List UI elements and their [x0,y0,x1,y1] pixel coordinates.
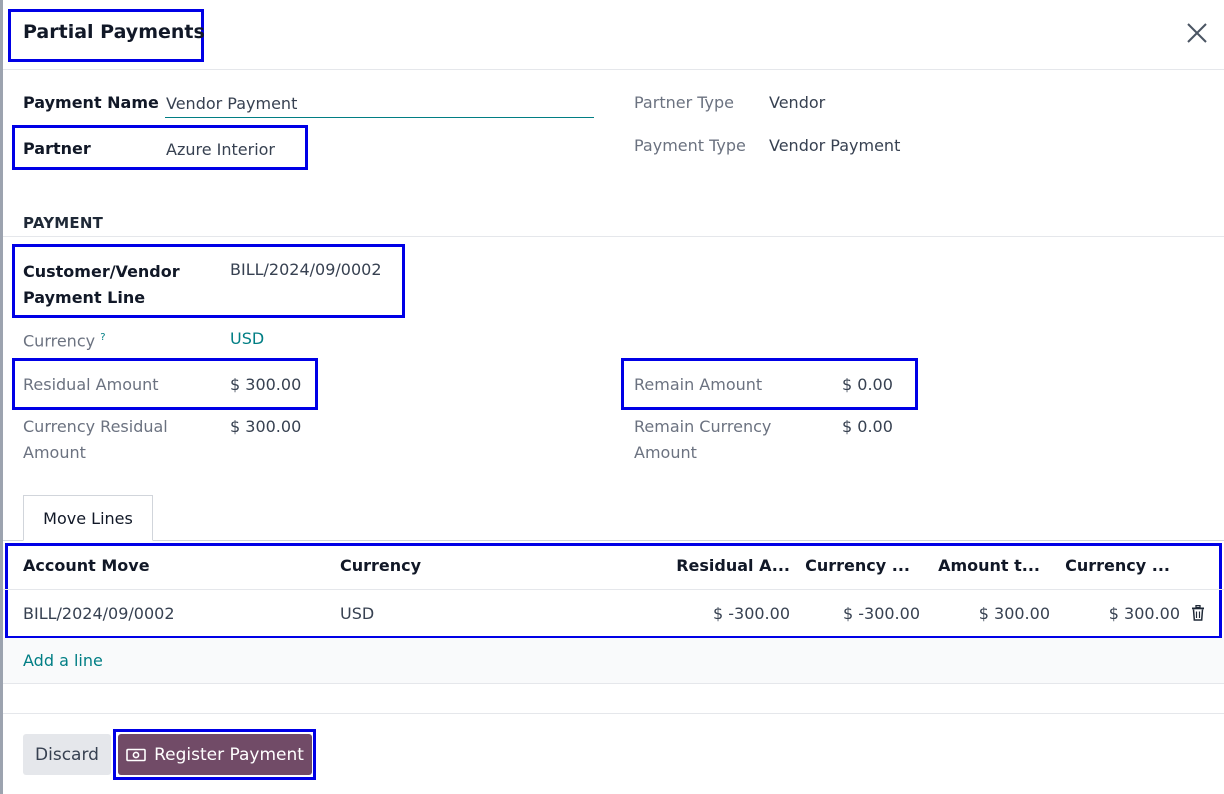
add-line-link[interactable]: Add a line [23,651,103,670]
dialog-title: Partial Payments [23,21,205,43]
add-line-row [3,638,1224,683]
discard-button[interactable]: Discard [23,734,111,775]
col-header-residual-amount[interactable]: Residual A... [660,556,790,575]
remain-currency-value: $ 0.00 [842,417,893,436]
col-header-account-move[interactable]: Account Move [23,556,150,575]
trash-icon[interactable] [1191,605,1205,621]
residual-amount-label: Residual Amount [23,375,159,394]
currency-label-text: Currency [23,331,96,351]
partner-label: Partner [23,139,91,158]
money-icon [126,748,146,761]
header-divider [3,69,1224,70]
partner-field[interactable]: Azure Interior [166,140,275,159]
currency-residual-label: Currency Residual Amount [23,414,168,466]
residual-amount-value: $ 300.00 [230,375,302,394]
payment-section-title: PAYMENT [23,214,104,232]
col-header-currency-residual[interactable]: Currency ... [790,556,910,575]
remain-currency-label-1: Remain Currency [634,417,772,436]
help-icon[interactable]: ? [100,332,105,343]
partner-type-label: Partner Type [634,93,734,112]
currency-residual-label-2: Amount [23,443,86,462]
col-header-currency-amount[interactable]: Currency ... [1050,556,1170,575]
payment-type-label: Payment Type [634,136,746,155]
payment-line-label-1: Customer/Vendor [23,262,180,281]
register-payment-label: Register Payment [154,744,304,765]
section-divider [3,236,1224,237]
payment-line-label-2: Payment Line [23,288,146,307]
payment-name-underline [165,117,594,118]
cell-residual-amount[interactable]: $ -300.00 [660,604,790,623]
currency-residual-label-1: Currency Residual [23,417,168,436]
col-header-amount-to-pay[interactable]: Amount t... [920,556,1040,575]
tab-move-lines[interactable]: Move Lines [23,495,153,541]
table-header-divider [3,589,1224,590]
cell-currency-residual[interactable]: $ -300.00 [790,604,920,623]
close-icon[interactable] [1184,20,1210,46]
cell-currency[interactable]: USD [340,604,374,623]
currency-label: Currency ? [23,325,106,354]
col-header-currency[interactable]: Currency [340,556,421,575]
payment-type-value: Vendor Payment [769,136,901,155]
register-payment-button[interactable]: Register Payment [118,734,312,775]
payment-line-label: Customer/Vendor Payment Line [23,259,180,311]
partner-type-value: Vendor [769,93,826,112]
payment-name-label: Payment Name [23,93,159,112]
tab-bar-line [3,540,1224,541]
payment-line-value[interactable]: BILL/2024/09/0002 [230,260,382,279]
cell-currency-amount[interactable]: $ 300.00 [1050,604,1180,623]
footer-divider [3,713,1224,714]
currency-value-link[interactable]: USD [230,329,264,348]
cell-amount-to-pay[interactable]: $ 300.00 [920,604,1050,623]
currency-residual-value: $ 300.00 [230,417,302,436]
remain-currency-label: Remain Currency Amount [634,414,771,466]
payment-name-input[interactable]: Vendor Payment [166,94,297,113]
cell-account-move[interactable]: BILL/2024/09/0002 [23,604,175,623]
remain-amount-label: Remain Amount [634,375,763,394]
table-bottom-divider [3,683,1224,684]
remain-currency-label-2: Amount [634,443,697,462]
remain-amount-value: $ 0.00 [842,375,893,394]
